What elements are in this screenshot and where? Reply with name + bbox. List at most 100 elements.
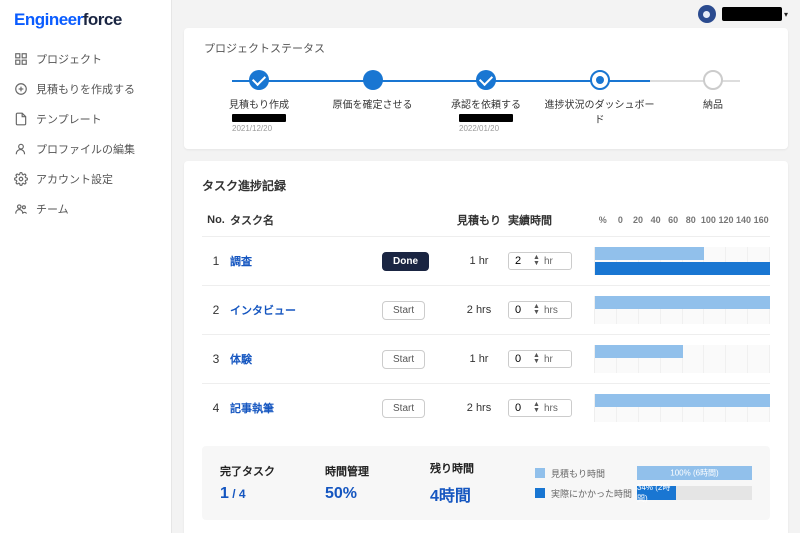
row-no: 1 [202, 254, 230, 268]
check-icon [476, 70, 496, 90]
estimate-value: 2 hrs [450, 402, 508, 414]
actual-time-input[interactable]: ▲▼ hr [508, 350, 572, 368]
col-header-no: No. [202, 214, 230, 226]
logo[interactable]: Engineerforce [0, 0, 171, 42]
summary-panel: 完了タスク 1 / 4 時間管理 50% 残り時間 4時間 見積もり時間 [202, 446, 770, 520]
status-card-title: プロジェクトステータス [204, 40, 768, 56]
progress-bar [594, 394, 770, 422]
step-cost-fixed: 原価を確定させる [318, 70, 428, 111]
sidebar: Engineerforce プロジェクト 見積もりを作成する テンプレート プロ… [0, 0, 172, 533]
legend-row-actual: 実際にかかった時間 34% (2時間) [535, 486, 752, 500]
step-approval-requested: 承認を依頼する 2022/01/20 [431, 70, 541, 133]
bar-estimate [595, 345, 683, 358]
time-unit: hrs [544, 305, 558, 316]
col-header-est: 見積もり [450, 212, 508, 228]
legend-bar-text: 100% (6時間) [670, 468, 718, 479]
users-icon [14, 202, 28, 216]
row-no: 4 [202, 401, 230, 415]
start-button[interactable]: Start [382, 350, 425, 369]
start-button[interactable]: Start [382, 399, 425, 418]
task-progress-card: タスク進捗記録 No. タスク名 見積もり 実績時間 % 0 20 40 6 [184, 161, 788, 533]
task-link[interactable]: 記事執筆 [230, 403, 274, 415]
task-link[interactable]: 調査 [230, 256, 252, 268]
step-label: 原価を確定させる [333, 96, 413, 111]
chevron-down-icon: ▾ [784, 10, 788, 19]
step-author-redacted [232, 114, 286, 122]
nav-label: 見積もりを作成する [36, 81, 135, 97]
step-author-redacted [459, 114, 513, 122]
summary-completed-tasks: 完了タスク 1 / 4 [220, 463, 325, 503]
table-row: 3 体験 Start 1 hr ▲▼ hr [202, 334, 770, 383]
current-marker-icon [590, 70, 610, 90]
estimate-value: 1 hr [450, 353, 508, 365]
stepper-icon[interactable]: ▲▼ [533, 353, 540, 365]
done-button[interactable]: Done [382, 252, 429, 271]
check-icon [249, 70, 269, 90]
summary-value: 1 [220, 485, 229, 502]
step-delivery: 納品 [658, 70, 768, 111]
topbar: ▾ [184, 0, 788, 28]
status-steps: 見積もり作成 2021/12/20 原価を確定させる 承認を依頼する 2022/… [204, 70, 768, 133]
step-date: 2021/12/20 [232, 124, 286, 133]
summary-label: 残り時間 [430, 460, 535, 476]
legend-bar-estimate: 100% (6時間) [637, 466, 752, 480]
step-label: 承認を依頼する [451, 96, 521, 111]
logo-part-2: force [83, 10, 122, 29]
main: ▾ プロジェクトステータス 見積もり作成 2021/12/20 原価を確定させる… [172, 0, 800, 533]
nav-templates[interactable]: テンプレート [0, 104, 171, 134]
bar-actual [595, 262, 770, 275]
task-card-title: タスク進捗記録 [202, 177, 770, 194]
nav-create-estimate[interactable]: 見積もりを作成する [0, 74, 171, 104]
user-name-redacted [722, 7, 782, 21]
legend-bar-text: 34% (2時間) [637, 482, 676, 504]
nav-label: テンプレート [36, 111, 102, 127]
actual-time-input[interactable]: ▲▼ hr [508, 252, 572, 270]
step-label: 見積もり作成 [229, 96, 289, 111]
summary-remaining-time: 残り時間 4時間 [430, 460, 535, 506]
progress-bar [594, 296, 770, 324]
actual-time-input[interactable]: ▲▼ hrs [508, 301, 572, 319]
swatch-actual-icon [535, 488, 545, 498]
progress-bar [594, 345, 770, 373]
bar-estimate [595, 394, 770, 407]
project-status-card: プロジェクトステータス 見積もり作成 2021/12/20 原価を確定させる 承… [184, 28, 788, 149]
summary-time-management: 時間管理 50% [325, 463, 430, 503]
nav-projects[interactable]: プロジェクト [0, 44, 171, 74]
time-unit: hrs [544, 403, 558, 414]
estimate-value: 2 hrs [450, 304, 508, 316]
bar-estimate [595, 247, 704, 260]
step-dashboard: 進捗状況のダッシュボード [545, 70, 655, 126]
row-no: 3 [202, 352, 230, 366]
nav-profile[interactable]: プロファイルの編集 [0, 134, 171, 164]
nav-label: プロジェクト [36, 51, 102, 67]
stepper-icon[interactable]: ▲▼ [533, 402, 540, 414]
legend-bar-actual-fill: 34% (2時間) [637, 486, 676, 500]
gear-icon [14, 172, 28, 186]
scale-labels: % 0 20 40 60 80 100 120 140 160 [594, 215, 770, 225]
task-link[interactable]: インタビュー [230, 305, 296, 317]
estimate-value: 1 hr [450, 255, 508, 267]
stepper-icon[interactable]: ▲▼ [533, 255, 540, 267]
table-row: 1 調査 Done 1 hr ▲▼ hr [202, 236, 770, 285]
nav: プロジェクト 見積もりを作成する テンプレート プロファイルの編集 アカウント設… [0, 42, 171, 226]
user-menu[interactable]: ▾ [698, 5, 788, 23]
task-table: No. タスク名 見積もり 実績時間 % 0 20 40 60 80 10 [202, 208, 770, 432]
plus-circle-icon [14, 82, 28, 96]
task-link[interactable]: 体験 [230, 354, 252, 366]
document-icon [14, 112, 28, 126]
summary-suffix: / 4 [229, 487, 246, 501]
user-icon [14, 142, 28, 156]
stepper-icon[interactable]: ▲▼ [533, 304, 540, 316]
nav-label: チーム [36, 201, 69, 217]
step-label: 納品 [703, 96, 723, 111]
summary-legend: 見積もり時間 100% (6時間) 実際にかかった時間 34% (2時間) [535, 466, 752, 500]
actual-time-input[interactable]: ▲▼ hrs [508, 399, 572, 417]
start-button[interactable]: Start [382, 301, 425, 320]
hollow-marker-icon [703, 70, 723, 90]
summary-label: 時間管理 [325, 463, 430, 479]
summary-value: 50% [325, 485, 430, 503]
table-row: 2 インタビュー Start 2 hrs ▲▼ hrs [202, 285, 770, 334]
nav-account-settings[interactable]: アカウント設定 [0, 164, 171, 194]
nav-team[interactable]: チーム [0, 194, 171, 224]
row-no: 2 [202, 303, 230, 317]
